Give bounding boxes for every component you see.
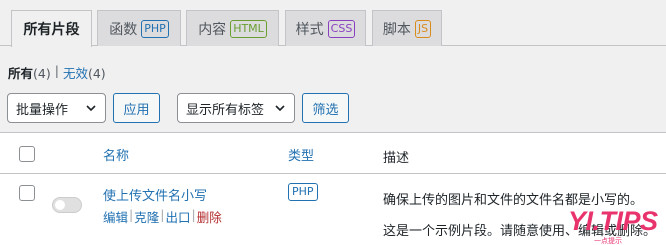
tag-filter-value: 显示所有标签	[186, 102, 265, 118]
column-header-name[interactable]: 名称	[103, 145, 129, 164]
tab-styles[interactable]: 样式 CSS	[285, 10, 366, 46]
column-header-description: 描述	[383, 151, 410, 166]
chevron-down-icon	[275, 105, 285, 112]
tab-label: 函数	[109, 21, 138, 38]
css-badge: CSS	[327, 19, 356, 38]
tab-all-snippets[interactable]: 所有片段	[11, 10, 92, 47]
tab-functions[interactable]: 函数 PHP	[97, 10, 181, 46]
filter-all-link[interactable]: 所有(4)	[8, 63, 51, 82]
tab-label: 内容	[198, 21, 227, 38]
row-checkbox[interactable]	[19, 185, 35, 201]
bulk-actions-value: 批量操作	[16, 102, 69, 118]
tab-label: 脚本	[382, 21, 411, 38]
html-badge: HTML	[230, 19, 267, 38]
tab-content[interactable]: 内容 HTML	[186, 10, 279, 46]
tab-scripts[interactable]: 脚本 JS	[372, 10, 442, 46]
status-filter-links: 所有(4) | 无效(4)	[8, 63, 106, 82]
filter-all-label: 所有	[8, 66, 34, 81]
filter-inactive-count: (4)	[87, 66, 106, 81]
filter-all-count: (4)	[33, 66, 51, 81]
watermark-logo: YI.TIPS 一点提示	[564, 206, 666, 245]
action-separator: |	[160, 207, 165, 222]
watermark-text: YI.TIPS	[568, 206, 658, 236]
snippet-type-tabs: 所有片段 函数 PHP 内容 HTML 样式 CSS 脚本 JS	[0, 0, 666, 47]
apply-button[interactable]: 应用	[113, 93, 160, 123]
js-badge: JS	[414, 19, 432, 38]
type-badge-php[interactable]: PHP	[288, 183, 318, 201]
column-header-type[interactable]: 类型	[288, 145, 314, 164]
edit-link[interactable]: 编辑	[103, 207, 128, 226]
php-badge: PHP	[141, 19, 169, 38]
select-all-checkbox[interactable]	[19, 146, 35, 162]
clone-link[interactable]: 克隆	[134, 207, 159, 226]
delete-link[interactable]: 删除	[197, 207, 222, 226]
tab-label: 样式	[295, 21, 324, 38]
chevron-down-icon	[86, 105, 96, 112]
table-header-row: 名称 类型 描述	[0, 133, 666, 174]
snippet-name-link[interactable]: 使上传文件名小写	[103, 185, 207, 204]
action-separator: |	[191, 207, 196, 222]
activation-toggle[interactable]	[52, 197, 82, 213]
tag-filter-select[interactable]: 显示所有标签	[177, 93, 295, 123]
watermark-subtext: 一点提示	[594, 237, 622, 245]
filter-separator: |	[54, 63, 59, 78]
filter-inactive-link[interactable]: 无效(4)	[63, 63, 106, 82]
export-link[interactable]: 出口	[165, 207, 190, 226]
tab-label: 所有片段	[23, 22, 80, 38]
action-separator: |	[129, 207, 134, 222]
bulk-actions-select[interactable]: 批量操作	[7, 93, 106, 123]
filter-button[interactable]: 筛选	[302, 93, 349, 123]
row-actions: 编辑 | 克隆 | 出口 | 删除	[103, 207, 222, 226]
filter-inactive-label: 无效	[62, 66, 88, 81]
